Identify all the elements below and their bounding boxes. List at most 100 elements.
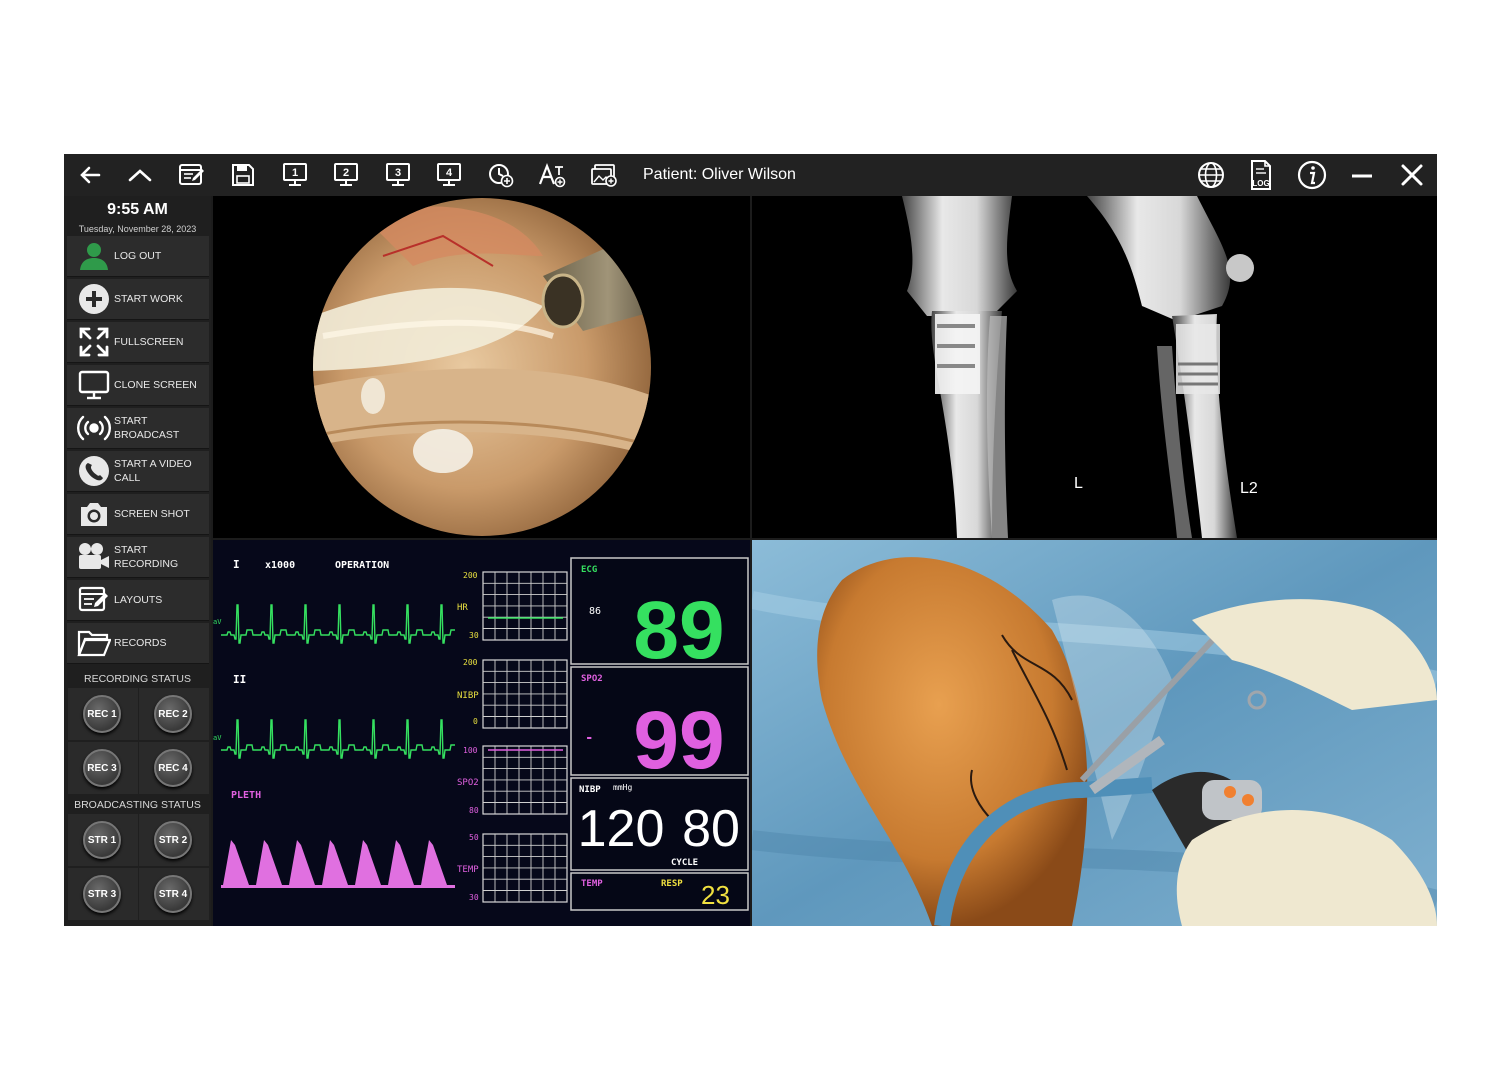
save-icon[interactable]: [225, 157, 261, 193]
nibp-unit: mmHg: [613, 783, 632, 792]
log-file-icon[interactable]: LOG: [1243, 157, 1279, 193]
resp-value: 23: [701, 880, 730, 910]
nibp-trend-label: NIBP: [457, 691, 479, 701]
ecg-waveform-1: [221, 604, 455, 644]
hr-top: 200: [463, 571, 478, 580]
xray-view[interactable]: L L2: [752, 196, 1437, 538]
log-out-button[interactable]: LOG OUT: [67, 236, 209, 277]
trend-grids: [482, 571, 568, 903]
str-4-button[interactable]: STR 4: [154, 875, 192, 913]
endoscope-image: [313, 198, 651, 536]
spo2-label: SPO2: [581, 674, 603, 684]
nibp-bottom: 0: [473, 717, 478, 726]
screen-2-icon[interactable]: 2: [328, 157, 364, 193]
start-video-call-button[interactable]: START A VIDEO CALL: [67, 451, 209, 492]
xray-image: L L2: [902, 196, 1258, 538]
globe-icon[interactable]: [1193, 157, 1229, 193]
resp-label: RESP: [661, 879, 683, 889]
spo2-value: 99: [633, 695, 724, 786]
back-arrow-icon[interactable]: [72, 157, 108, 193]
monitor-icon: [77, 368, 111, 402]
xray-label-l: L: [1074, 475, 1083, 492]
rec-1-button[interactable]: REC 1: [83, 695, 121, 733]
nibp-diastolic: 80: [682, 800, 740, 858]
edit-layout-icon[interactable]: [174, 157, 210, 193]
patient-monitor-image: I x1000 OPERATION aV II aV PLETH 200 HR …: [213, 557, 749, 911]
add-timer-icon[interactable]: [483, 157, 519, 193]
gain-label: x1000: [265, 560, 295, 571]
screen-shot-label: SCREEN SHOT: [114, 508, 190, 520]
rec-4-button[interactable]: REC 4: [154, 749, 192, 787]
start-video-call-label: START A VIDEO CALL: [114, 458, 192, 484]
screen-3-icon[interactable]: 3: [380, 157, 416, 193]
rec-1-cell: REC 1: [68, 688, 138, 740]
str-1-cell: STR 1: [68, 814, 138, 866]
xray-label-l2: L2: [1240, 480, 1258, 497]
start-broadcast-button[interactable]: START BROADCAST: [67, 408, 209, 449]
patient-monitor-view[interactable]: I x1000 OPERATION aV II aV PLETH 200 HR …: [213, 540, 750, 926]
str-1-button[interactable]: STR 1: [83, 821, 121, 859]
svg-text:1: 1: [292, 167, 298, 179]
fullscreen-button[interactable]: FULLSCREEN: [67, 322, 209, 363]
lead-mark-2: aV: [213, 734, 222, 742]
start-recording-button[interactable]: START RECORDING: [67, 537, 209, 578]
screen-1-icon[interactable]: 1: [277, 157, 313, 193]
ecg-label: ECG: [581, 565, 597, 575]
log-out-label: LOG OUT: [114, 250, 162, 262]
pleth-waveform: [221, 840, 455, 888]
minimize-icon[interactable]: [1344, 157, 1380, 193]
clock-date: Tuesday, November 28, 2023: [78, 224, 197, 234]
sidebar: 9:55 AM Tuesday, November 28, 2023 LOG O…: [64, 196, 211, 926]
clone-screen-button[interactable]: CLONE SCREEN: [67, 365, 209, 406]
str-2-button[interactable]: STR 2: [154, 821, 192, 859]
layouts-button[interactable]: LAYOUTS: [67, 580, 209, 621]
recording-status-title: RECORDING STATUS: [84, 673, 191, 685]
up-chevron-icon[interactable]: [122, 157, 158, 193]
records-button[interactable]: RECORDS: [67, 623, 209, 664]
plus-circle-icon: [77, 282, 111, 316]
rec-2-button[interactable]: REC 2: [154, 695, 192, 733]
add-image-icon[interactable]: [586, 157, 622, 193]
screen-shot-button[interactable]: SCREEN SHOT: [67, 494, 209, 535]
temp-bottom: 30: [469, 893, 479, 902]
fullscreen-label: FULLSCREEN: [114, 336, 184, 348]
svg-text:4: 4: [446, 167, 453, 179]
spo2-small-value: -: [585, 730, 593, 746]
info-icon[interactable]: [1294, 157, 1330, 193]
str-2-cell: STR 2: [139, 814, 209, 866]
pleth-label: PLETH: [231, 790, 261, 801]
endoscope-view[interactable]: [213, 196, 750, 538]
spo2-trend-label: SPO2: [457, 778, 479, 788]
svg-text:3: 3: [395, 167, 401, 179]
camera-icon: [77, 497, 111, 531]
temp-top: 50: [469, 833, 479, 842]
start-work-label: START WORK: [114, 293, 183, 305]
ecg-waveform-2: [221, 719, 455, 759]
rec-3-button[interactable]: REC 3: [83, 749, 121, 787]
app-window: 1 2 3 4 Patient: Oliver Wilson LOG 9:55 …: [64, 154, 1437, 926]
user-icon: [77, 239, 111, 273]
text-size-icon[interactable]: [534, 157, 570, 193]
svg-text:LOG: LOG: [1252, 179, 1269, 188]
lead-2-label: II: [233, 673, 246, 686]
start-recording-label: START RECORDING: [114, 544, 179, 570]
mode-label: OPERATION: [335, 560, 389, 571]
broadcast-icon: [77, 411, 111, 445]
video-camera-icon: [77, 540, 111, 574]
phone-icon: [77, 454, 111, 488]
start-work-button[interactable]: START WORK: [67, 279, 209, 320]
broadcasting-status-title: BROADCASTING STATUS: [74, 799, 201, 811]
close-icon[interactable]: [1394, 157, 1430, 193]
surgery-camera-image: [752, 540, 1437, 926]
start-broadcast-label: START BROADCAST: [114, 415, 180, 441]
str-3-button[interactable]: STR 3: [83, 875, 121, 913]
rec-2-cell: REC 2: [139, 688, 209, 740]
screen-4-icon[interactable]: 4: [431, 157, 467, 193]
svg-text:2: 2: [343, 167, 349, 179]
str-4-cell: STR 4: [139, 868, 209, 920]
surgery-camera-view[interactable]: [752, 540, 1437, 926]
temp-label: TEMP: [581, 879, 603, 889]
top-toolbar: 1 2 3 4 Patient: Oliver Wilson LOG: [64, 154, 1437, 196]
ecg-small-value: 86: [589, 606, 601, 617]
hr-label: HR: [457, 603, 468, 613]
